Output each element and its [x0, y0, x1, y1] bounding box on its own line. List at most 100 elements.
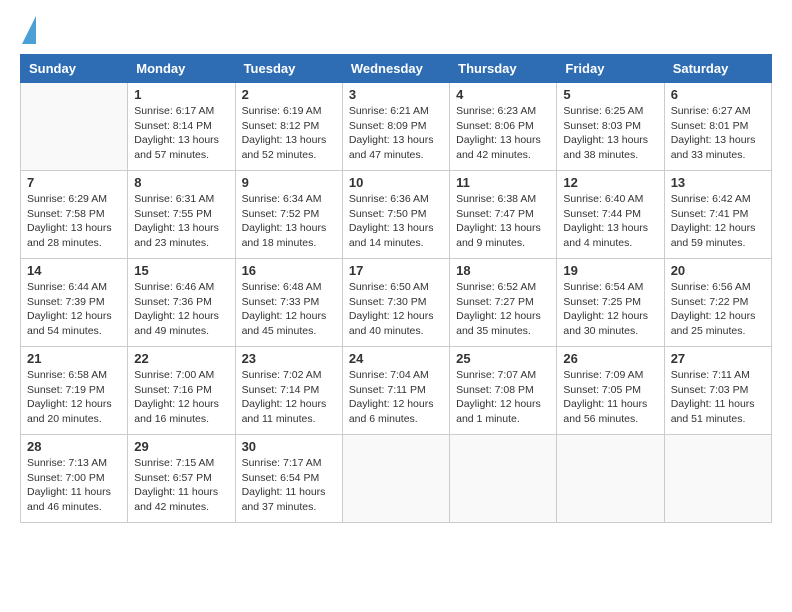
day-info: Sunrise: 6:36 AMSunset: 7:50 PMDaylight:…: [349, 192, 443, 251]
day-number: 20: [671, 263, 765, 278]
day-info: Sunrise: 6:54 AMSunset: 7:25 PMDaylight:…: [563, 280, 657, 339]
day-info: Sunrise: 6:23 AMSunset: 8:06 PMDaylight:…: [456, 104, 550, 163]
day-info: Sunrise: 6:27 AMSunset: 8:01 PMDaylight:…: [671, 104, 765, 163]
day-number: 8: [134, 175, 228, 190]
day-info: Sunrise: 7:09 AMSunset: 7:05 PMDaylight:…: [563, 368, 657, 427]
day-info: Sunrise: 7:00 AMSunset: 7:16 PMDaylight:…: [134, 368, 228, 427]
day-info: Sunrise: 6:38 AMSunset: 7:47 PMDaylight:…: [456, 192, 550, 251]
calendar-cell: 20 Sunrise: 6:56 AMSunset: 7:22 PMDayligh…: [664, 259, 771, 347]
calendar-cell: [342, 435, 449, 523]
calendar-cell: 30 Sunrise: 7:17 AMSunset: 6:54 PMDayligh…: [235, 435, 342, 523]
calendar-cell: 4 Sunrise: 6:23 AMSunset: 8:06 PMDaylight…: [450, 83, 557, 171]
calendar-cell: 25 Sunrise: 7:07 AMSunset: 7:08 PMDayligh…: [450, 347, 557, 435]
calendar-cell: 28 Sunrise: 7:13 AMSunset: 7:00 PMDayligh…: [21, 435, 128, 523]
day-number: 10: [349, 175, 443, 190]
calendar-cell: 21 Sunrise: 6:58 AMSunset: 7:19 PMDayligh…: [21, 347, 128, 435]
calendar-week-3: 14Sunrise: 6:44 AMSunset: 7:39 PMDayligh…: [21, 259, 772, 347]
day-number: 13: [671, 175, 765, 190]
calendar-cell: 7 Sunrise: 6:29 AMSunset: 7:58 PMDaylight…: [21, 171, 128, 259]
calendar-cell: 17 Sunrise: 6:50 AMSunset: 7:30 PMDayligh…: [342, 259, 449, 347]
day-number: 26: [563, 351, 657, 366]
calendar-cell: 14Sunrise: 6:44 AMSunset: 7:39 PMDayligh…: [21, 259, 128, 347]
day-number: 23: [242, 351, 336, 366]
calendar-cell: 13 Sunrise: 6:42 AMSunset: 7:41 PMDayligh…: [664, 171, 771, 259]
day-info: Sunrise: 7:11 AMSunset: 7:03 PMDaylight:…: [671, 368, 765, 427]
calendar-cell: 2 Sunrise: 6:19 AMSunset: 8:12 PMDaylight…: [235, 83, 342, 171]
day-number: 16: [242, 263, 336, 278]
day-info: Sunrise: 7:07 AMSunset: 7:08 PMDaylight:…: [456, 368, 550, 427]
day-number: 22: [134, 351, 228, 366]
calendar-header-tuesday: Tuesday: [235, 55, 342, 83]
calendar-header-monday: Monday: [128, 55, 235, 83]
calendar-cell: [664, 435, 771, 523]
calendar-cell: 23 Sunrise: 7:02 AMSunset: 7:14 PMDayligh…: [235, 347, 342, 435]
calendar-cell: [557, 435, 664, 523]
calendar-cell: 9 Sunrise: 6:34 AMSunset: 7:52 PMDaylight…: [235, 171, 342, 259]
calendar-cell: 5 Sunrise: 6:25 AMSunset: 8:03 PMDaylight…: [557, 83, 664, 171]
day-number: 17: [349, 263, 443, 278]
calendar-cell: 6 Sunrise: 6:27 AMSunset: 8:01 PMDaylight…: [664, 83, 771, 171]
calendar-cell: 22 Sunrise: 7:00 AMSunset: 7:16 PMDayligh…: [128, 347, 235, 435]
day-number: 25: [456, 351, 550, 366]
day-number: 18: [456, 263, 550, 278]
calendar-table: SundayMondayTuesdayWednesdayThursdayFrid…: [20, 54, 772, 523]
day-number: 4: [456, 87, 550, 102]
day-number: 7: [27, 175, 121, 190]
logo-icon: [22, 16, 36, 44]
day-number: 30: [242, 439, 336, 454]
calendar-cell: 19 Sunrise: 6:54 AMSunset: 7:25 PMDayligh…: [557, 259, 664, 347]
day-number: 28: [27, 439, 121, 454]
day-info: Sunrise: 7:15 AMSunset: 6:57 PMDaylight:…: [134, 456, 228, 515]
calendar-header-wednesday: Wednesday: [342, 55, 449, 83]
day-info: Sunrise: 6:40 AMSunset: 7:44 PMDaylight:…: [563, 192, 657, 251]
day-info: Sunrise: 6:48 AMSunset: 7:33 PMDaylight:…: [242, 280, 336, 339]
day-number: 29: [134, 439, 228, 454]
day-number: 1: [134, 87, 228, 102]
day-info: Sunrise: 6:25 AMSunset: 8:03 PMDaylight:…: [563, 104, 657, 163]
day-number: 19: [563, 263, 657, 278]
day-info: Sunrise: 7:02 AMSunset: 7:14 PMDaylight:…: [242, 368, 336, 427]
day-info: Sunrise: 6:42 AMSunset: 7:41 PMDaylight:…: [671, 192, 765, 251]
calendar-header-row: SundayMondayTuesdayWednesdayThursdayFrid…: [21, 55, 772, 83]
day-number: 14: [27, 263, 121, 278]
day-number: 3: [349, 87, 443, 102]
calendar-week-1: 1Sunrise: 6:17 AMSunset: 8:14 PMDaylight…: [21, 83, 772, 171]
calendar-cell: [21, 83, 128, 171]
calendar-cell: 12 Sunrise: 6:40 AMSunset: 7:44 PMDayligh…: [557, 171, 664, 259]
day-info: Sunrise: 7:13 AMSunset: 7:00 PMDaylight:…: [27, 456, 121, 515]
day-info: Sunrise: 7:17 AMSunset: 6:54 PMDaylight:…: [242, 456, 336, 515]
logo: [20, 20, 36, 44]
day-number: 27: [671, 351, 765, 366]
calendar-header-friday: Friday: [557, 55, 664, 83]
calendar-cell: 27 Sunrise: 7:11 AMSunset: 7:03 PMDayligh…: [664, 347, 771, 435]
day-number: 6: [671, 87, 765, 102]
calendar-week-5: 28 Sunrise: 7:13 AMSunset: 7:00 PMDayligh…: [21, 435, 772, 523]
day-number: 24: [349, 351, 443, 366]
calendar-cell: 26 Sunrise: 7:09 AMSunset: 7:05 PMDayligh…: [557, 347, 664, 435]
day-number: 9: [242, 175, 336, 190]
day-number: 5: [563, 87, 657, 102]
day-info: Sunrise: 6:50 AMSunset: 7:30 PMDaylight:…: [349, 280, 443, 339]
day-number: 15: [134, 263, 228, 278]
calendar-cell: 10 Sunrise: 6:36 AMSunset: 7:50 PMDayligh…: [342, 171, 449, 259]
calendar-week-2: 7 Sunrise: 6:29 AMSunset: 7:58 PMDaylight…: [21, 171, 772, 259]
day-number: 2: [242, 87, 336, 102]
day-info: Sunrise: 6:46 AMSunset: 7:36 PMDaylight:…: [134, 280, 228, 339]
calendar-cell: 3 Sunrise: 6:21 AMSunset: 8:09 PMDaylight…: [342, 83, 449, 171]
day-number: 12: [563, 175, 657, 190]
day-info: Sunrise: 6:31 AMSunset: 7:55 PMDaylight:…: [134, 192, 228, 251]
calendar-header-thursday: Thursday: [450, 55, 557, 83]
day-info: Sunrise: 6:34 AMSunset: 7:52 PMDaylight:…: [242, 192, 336, 251]
calendar-week-4: 21 Sunrise: 6:58 AMSunset: 7:19 PMDayligh…: [21, 347, 772, 435]
day-info: Sunrise: 6:19 AMSunset: 8:12 PMDaylight:…: [242, 104, 336, 163]
day-info: Sunrise: 7:04 AMSunset: 7:11 PMDaylight:…: [349, 368, 443, 427]
day-number: 21: [27, 351, 121, 366]
day-info: Sunrise: 6:21 AMSunset: 8:09 PMDaylight:…: [349, 104, 443, 163]
calendar-cell: 11Sunrise: 6:38 AMSunset: 7:47 PMDayligh…: [450, 171, 557, 259]
calendar-cell: 18Sunrise: 6:52 AMSunset: 7:27 PMDayligh…: [450, 259, 557, 347]
calendar-cell: 24 Sunrise: 7:04 AMSunset: 7:11 PMDayligh…: [342, 347, 449, 435]
day-info: Sunrise: 6:56 AMSunset: 7:22 PMDaylight:…: [671, 280, 765, 339]
day-info: Sunrise: 6:58 AMSunset: 7:19 PMDaylight:…: [27, 368, 121, 427]
page-header: [20, 20, 772, 44]
day-info: Sunrise: 6:29 AMSunset: 7:58 PMDaylight:…: [27, 192, 121, 251]
